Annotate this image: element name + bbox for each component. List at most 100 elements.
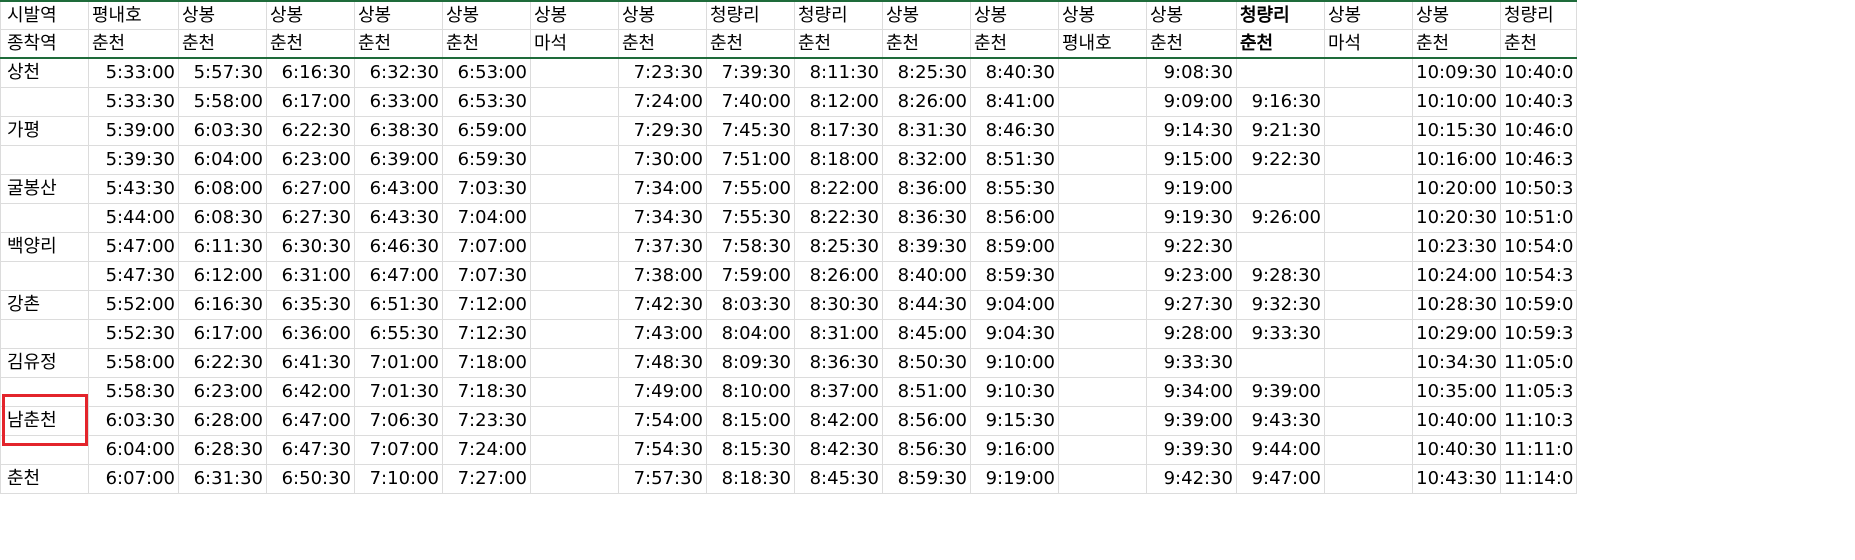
cell-arrival-station[interactable]: 춘천 <box>1412 29 1501 59</box>
cell-station-name[interactable]: 백양리 <box>0 232 89 262</box>
cell-time[interactable]: 8:59:30 <box>882 464 971 494</box>
cell-departure-station[interactable]: 청량리 <box>706 0 795 30</box>
cell-time[interactable]: 8:25:30 <box>882 57 971 88</box>
cell-time[interactable]: 9:47:00 <box>1236 464 1325 494</box>
cell-station-name[interactable]: 굴봉산 <box>0 174 89 204</box>
cell-time[interactable]: 9:15:00 <box>1146 145 1237 175</box>
cell-departure-station[interactable]: 상봉 <box>1324 0 1413 30</box>
cell-station-name[interactable]: 상천 <box>0 57 89 88</box>
cell-arrival-station[interactable]: 마석 <box>530 29 619 59</box>
cell-time[interactable]: 10:51:0 <box>1499 203 1578 233</box>
cell-time[interactable]: 8:32:00 <box>882 145 971 175</box>
cell-time[interactable]: 9:10:30 <box>970 377 1059 407</box>
cell-time[interactable]: 10:29:00 <box>1412 319 1501 349</box>
cell-time[interactable] <box>1324 348 1413 378</box>
cell-time[interactable]: 6:16:30 <box>178 290 267 320</box>
cell-time[interactable]: 7:12:30 <box>442 319 531 349</box>
cell-time[interactable]: 8:55:30 <box>970 174 1059 204</box>
cell-time[interactable]: 8:17:30 <box>794 116 883 146</box>
cell-time[interactable] <box>1324 406 1413 436</box>
cell-time[interactable]: 10:40:3 <box>1499 87 1578 117</box>
cell-time[interactable]: 10:35:00 <box>1412 377 1501 407</box>
cell-time[interactable]: 8:56:30 <box>882 435 971 465</box>
cell-time[interactable]: 8:36:00 <box>882 174 971 204</box>
cell-time[interactable]: 6:28:30 <box>178 435 267 465</box>
cell-time[interactable]: 7:07:00 <box>442 232 531 262</box>
cell-time[interactable]: 6:47:00 <box>354 261 443 291</box>
cell-time[interactable]: 7:40:00 <box>706 87 795 117</box>
cell-time[interactable]: 6:22:30 <box>178 348 267 378</box>
cell-time[interactable]: 9:19:00 <box>1146 174 1237 204</box>
cell-time[interactable]: 7:27:00 <box>442 464 531 494</box>
cell-time[interactable]: 9:43:30 <box>1236 406 1325 436</box>
cell-time[interactable]: 7:42:30 <box>618 290 707 320</box>
cell-time[interactable] <box>530 232 619 262</box>
cell-time[interactable]: 9:28:30 <box>1236 261 1325 291</box>
cell-time[interactable]: 9:32:30 <box>1236 290 1325 320</box>
cell-arrival-station[interactable]: 춘천 <box>266 29 355 59</box>
cell-station-name[interactable] <box>0 319 89 349</box>
cell-time[interactable]: 7:29:30 <box>618 116 707 146</box>
cell-time[interactable]: 8:10:00 <box>706 377 795 407</box>
cell-time[interactable]: 6:30:30 <box>266 232 355 262</box>
cell-time[interactable]: 7:49:00 <box>618 377 707 407</box>
cell-time[interactable]: 6:08:30 <box>178 203 267 233</box>
cell-arrival-station[interactable]: 춘천 <box>706 29 795 59</box>
cell-time[interactable] <box>1058 232 1147 262</box>
cell-time[interactable]: 9:28:00 <box>1146 319 1237 349</box>
cell-time[interactable] <box>1324 464 1413 494</box>
cell-time[interactable]: 8:56:00 <box>882 406 971 436</box>
cell-time[interactable]: 8:45:00 <box>882 319 971 349</box>
cell-arrival-station[interactable]: 춘천 <box>354 29 443 59</box>
cell-time[interactable]: 7:54:30 <box>618 435 707 465</box>
cell-time[interactable] <box>1324 435 1413 465</box>
cell-time[interactable]: 7:24:00 <box>442 435 531 465</box>
cell-departure-station[interactable]: 상봉 <box>970 0 1059 30</box>
cell-time[interactable]: 11:05:3 <box>1499 377 1578 407</box>
cell-departure-station[interactable]: 청량리 <box>1236 0 1325 30</box>
cell-time[interactable]: 8:59:30 <box>970 261 1059 291</box>
cell-time[interactable]: 8:31:30 <box>882 116 971 146</box>
cell-station-name[interactable]: 가평 <box>0 116 89 146</box>
cell-time[interactable]: 6:47:30 <box>266 435 355 465</box>
cell-time[interactable] <box>1058 116 1147 146</box>
cell-time[interactable]: 8:56:00 <box>970 203 1059 233</box>
cell-time[interactable] <box>1058 174 1147 204</box>
cell-time[interactable]: 8:36:30 <box>882 203 971 233</box>
cell-time[interactable]: 10:09:30 <box>1412 57 1501 88</box>
cell-time[interactable]: 5:39:00 <box>88 116 179 146</box>
cell-time[interactable]: 6:07:00 <box>88 464 179 494</box>
cell-time[interactable]: 6:03:30 <box>88 406 179 436</box>
cell-time[interactable]: 9:15:30 <box>970 406 1059 436</box>
cell-departure-station[interactable]: 청량리 <box>794 0 883 30</box>
cell-time[interactable]: 7:51:00 <box>706 145 795 175</box>
cell-time[interactable]: 5:33:30 <box>88 87 179 117</box>
cell-station-name[interactable] <box>0 203 89 233</box>
cell-time[interactable]: 10:34:30 <box>1412 348 1501 378</box>
cell-time[interactable]: 6:12:00 <box>178 261 267 291</box>
cell-time[interactable]: 10:59:0 <box>1499 290 1578 320</box>
cell-time[interactable]: 8:51:00 <box>882 377 971 407</box>
cell-time[interactable] <box>530 203 619 233</box>
cell-time[interactable]: 9:08:30 <box>1146 57 1237 88</box>
cell-departure-station[interactable]: 상봉 <box>1146 0 1237 30</box>
cell-time[interactable]: 6:43:00 <box>354 174 443 204</box>
cell-time[interactable]: 6:55:30 <box>354 319 443 349</box>
cell-time[interactable] <box>1058 319 1147 349</box>
cell-time[interactable] <box>1324 232 1413 262</box>
cell-time[interactable] <box>530 377 619 407</box>
cell-departure-station[interactable]: 상봉 <box>530 0 619 30</box>
cell-time[interactable]: 6:04:00 <box>178 145 267 175</box>
cell-time[interactable]: 8:36:30 <box>794 348 883 378</box>
cell-time[interactable]: 8:26:00 <box>882 87 971 117</box>
cell-time[interactable]: 7:06:30 <box>354 406 443 436</box>
cell-time[interactable]: 6:53:00 <box>442 57 531 88</box>
cell-arrival-station[interactable]: 춘천 <box>442 29 531 59</box>
cell-station-name[interactable] <box>0 261 89 291</box>
cell-time[interactable] <box>1058 57 1147 88</box>
cell-time[interactable]: 6:36:00 <box>266 319 355 349</box>
cell-time[interactable]: 7:03:30 <box>442 174 531 204</box>
cell-time[interactable]: 8:41:00 <box>970 87 1059 117</box>
cell-departure-station[interactable]: 상봉 <box>266 0 355 30</box>
cell-time[interactable] <box>1324 377 1413 407</box>
